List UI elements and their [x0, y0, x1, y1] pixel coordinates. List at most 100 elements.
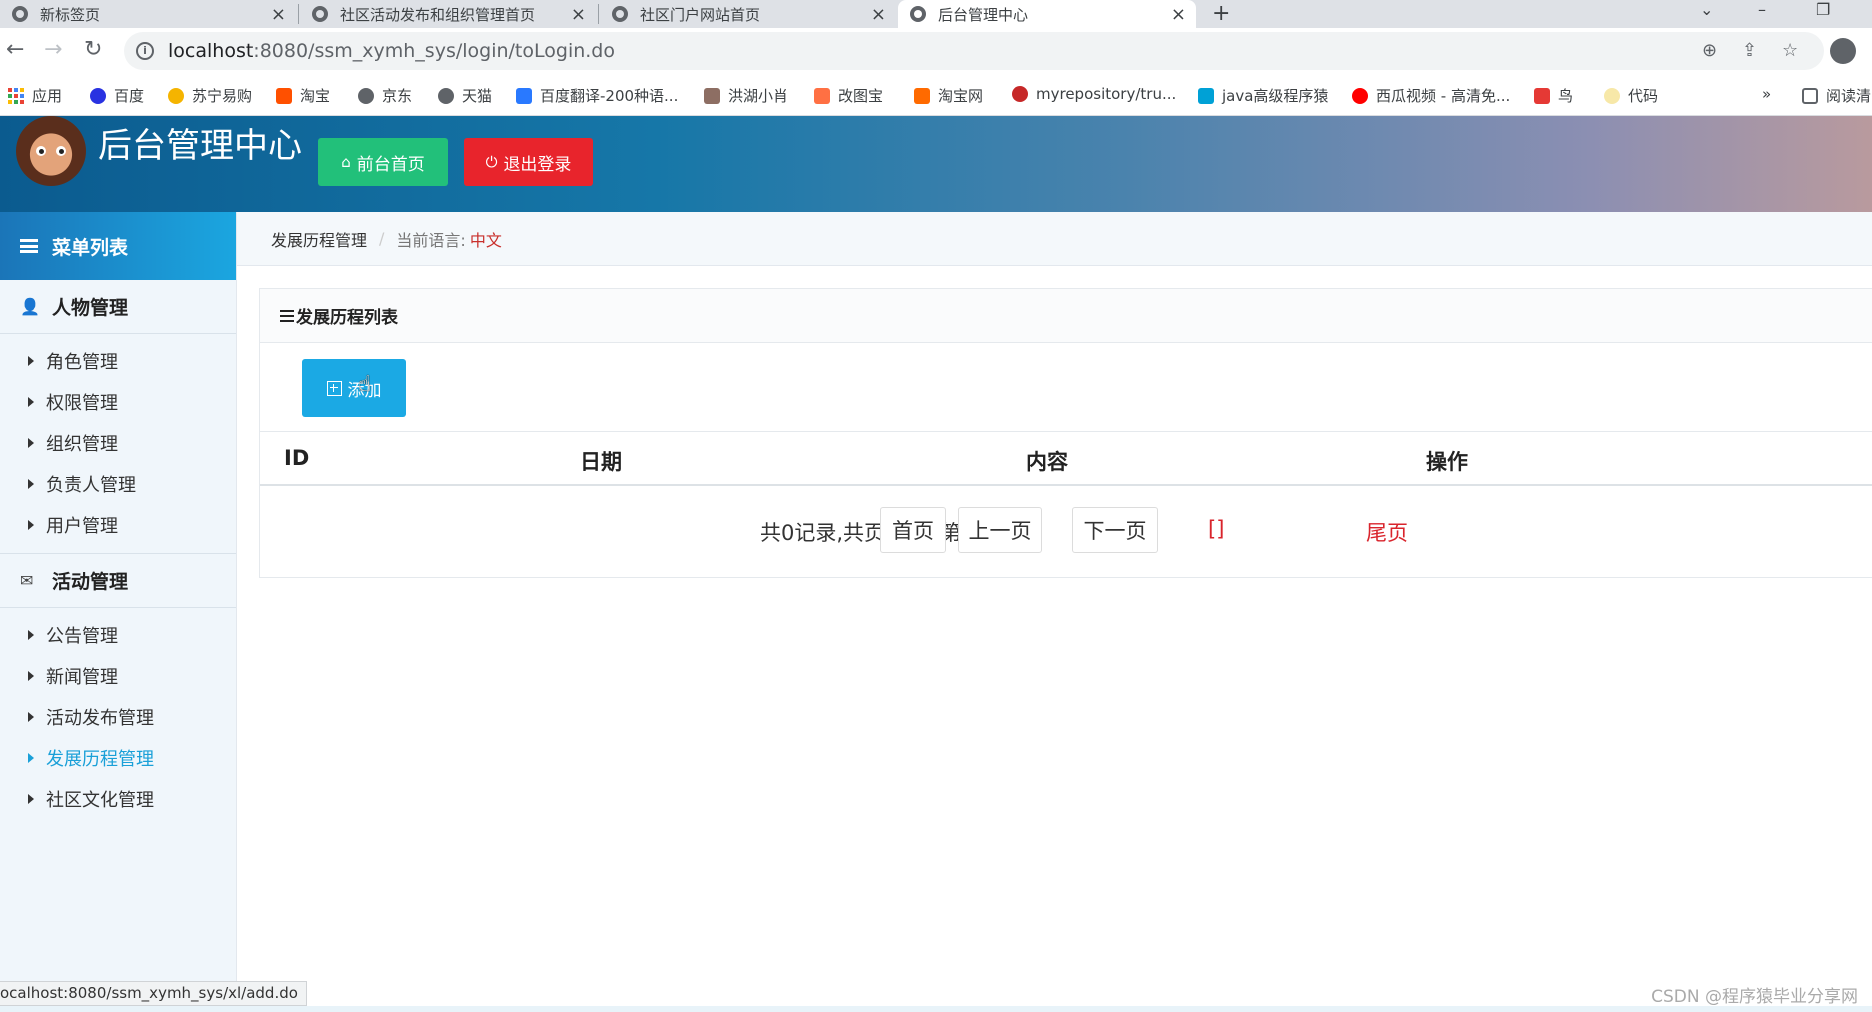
- share-icon[interactable]: ⇪: [1742, 40, 1757, 61]
- logout-button[interactable]: ⏻ 退出登录: [464, 138, 593, 186]
- sidebar-item-users[interactable]: 用户管理: [0, 504, 236, 545]
- browser-tab-active[interactable]: 后台管理中心 ×: [898, 0, 1196, 28]
- restore-icon[interactable]: ❐: [1816, 0, 1830, 20]
- sidebar-item-culture[interactable]: 社区文化管理: [0, 778, 236, 819]
- globe-icon: [910, 6, 926, 22]
- browser-tabstrip: 新标签页 × 社区活动发布和组织管理首页 × 社区门户网站首页 × 后台管理中心…: [0, 0, 1872, 28]
- baidu-icon: [90, 87, 106, 104]
- caret-right-icon: [28, 629, 34, 640]
- avatar-eye: [56, 146, 66, 156]
- browser-tab[interactable]: 社区门户网站首页 ×: [600, 0, 896, 28]
- bookmark-item[interactable]: myrepository/tru...: [1012, 85, 1176, 103]
- bird-icon: [1534, 87, 1550, 104]
- bookmark-item[interactable]: 西瓜视频 - 高清免...: [1352, 85, 1510, 106]
- bookmark-item[interactable]: 百度: [90, 85, 144, 106]
- sidebar-group-activities[interactable]: ✉ 活动管理: [0, 554, 236, 608]
- close-icon[interactable]: ×: [1171, 4, 1186, 25]
- close-icon[interactable]: ×: [871, 4, 886, 25]
- tab-title: 新标签页: [40, 5, 101, 24]
- bookmark-item[interactable]: 淘宝: [276, 85, 330, 106]
- caret-right-icon: [28, 752, 34, 763]
- browser-toolbar: ← → ↻ i localhost:8080/ssm_xymh_sys/logi…: [0, 28, 1872, 74]
- url-text[interactable]: localhost:8080/ssm_xymh_sys/login/toLogi…: [168, 40, 615, 62]
- current-page-indicator: []: [1208, 517, 1225, 541]
- browser-tab[interactable]: 新标签页 ×: [0, 0, 296, 28]
- back-icon[interactable]: ←: [6, 38, 24, 62]
- tab-title: 社区活动发布和组织管理首页: [340, 5, 536, 24]
- bookmark-apps[interactable]: 应用: [8, 85, 62, 106]
- caret-right-icon: [28, 519, 34, 530]
- bookmark-item[interactable]: java高级程序猿: [1198, 85, 1328, 106]
- close-icon[interactable]: ×: [271, 4, 286, 25]
- new-tab-button[interactable]: +: [1212, 0, 1230, 28]
- reading-list-button[interactable]: 阅读清: [1802, 85, 1871, 106]
- sidebar-item-organizations[interactable]: 组织管理: [0, 422, 236, 463]
- reload-icon[interactable]: ↻: [84, 38, 102, 62]
- panel-header: 发展历程列表: [260, 289, 1872, 343]
- bookmark-item[interactable]: 京东: [358, 85, 412, 106]
- plus-square-icon: [326, 380, 342, 396]
- reading-list-icon: [1802, 87, 1818, 104]
- history-list-panel: 发展历程列表 添加 ID 日期 内容 操作 共0记录,共页, 当前第页 首页 上…: [259, 288, 1872, 578]
- watermark: CSDN @程序猿毕业分享网: [1651, 987, 1858, 1007]
- front-home-button[interactable]: ⌂ 前台首页: [318, 138, 448, 186]
- browser-tab[interactable]: 社区活动发布和组织管理首页 ×: [300, 0, 596, 28]
- first-page-button[interactable]: 首页: [880, 507, 946, 553]
- minimize-icon[interactable]: –: [1758, 0, 1766, 20]
- close-icon[interactable]: ×: [571, 4, 586, 25]
- sidebar-group-people[interactable]: 👤 人物管理: [0, 280, 236, 334]
- sidebar-item-history[interactable]: 发展历程管理: [0, 737, 236, 778]
- status-bar-link: ocalhost:8080/ssm_xymh_sys/xl/add.do: [0, 981, 307, 1006]
- app-title: 后台管理中心: [98, 126, 302, 166]
- bookmark-item[interactable]: 百度翻译-200种语...: [516, 85, 678, 106]
- info-icon[interactable]: i: [136, 42, 154, 60]
- caret-right-icon: [28, 670, 34, 681]
- sidebar-group-activities-items: 公告管理 新闻管理 活动发布管理 发展历程管理 社区文化管理: [0, 608, 236, 827]
- add-button[interactable]: 添加: [302, 359, 406, 417]
- address-bar[interactable]: i localhost:8080/ssm_xymh_sys/login/toLo…: [124, 32, 1824, 70]
- sidebar-item-managers[interactable]: 负责人管理: [0, 463, 236, 504]
- bookmark-item[interactable]: 洪湖小肖: [704, 85, 788, 106]
- tab-search-icon[interactable]: ⌄: [1700, 0, 1713, 20]
- sidebar-item-activity-publish[interactable]: 活动发布管理: [0, 696, 236, 737]
- bookmark-item[interactable]: 改图宝: [814, 85, 883, 106]
- bottom-strip: [0, 1006, 1872, 1012]
- caret-right-icon: [28, 396, 34, 407]
- image-tool-icon: [814, 87, 830, 104]
- sidebar-item-permissions[interactable]: 权限管理: [0, 381, 236, 422]
- next-page-button[interactable]: 下一页: [1072, 507, 1158, 553]
- bookmark-item[interactable]: 鸟: [1534, 85, 1573, 106]
- bookmark-star-icon[interactable]: ☆: [1782, 40, 1798, 61]
- avatar-eye: [36, 146, 46, 156]
- last-page-link[interactable]: 尾页: [1366, 517, 1408, 547]
- column-header-actions: 操作: [1426, 450, 1468, 474]
- globe-icon: [612, 6, 628, 22]
- profile-avatar-icon[interactable]: [1830, 38, 1856, 64]
- bookmark-item[interactable]: 代码: [1604, 85, 1658, 106]
- sidebar-item-news[interactable]: 新闻管理: [0, 655, 236, 696]
- user-icon: 👤: [20, 297, 40, 316]
- bookmarks-overflow-button[interactable]: »: [1762, 85, 1771, 103]
- envelope-icon: ✉: [20, 571, 34, 590]
- breadcrumb: 发展历程管理 / 当前语言: 中文: [237, 212, 1872, 266]
- bird-icon: [704, 87, 720, 104]
- bookmark-item[interactable]: 淘宝网: [914, 85, 983, 106]
- breadcrumb-current[interactable]: 发展历程管理: [271, 227, 367, 251]
- bookmark-item[interactable]: 苏宁易购: [168, 85, 252, 106]
- menu-header: 菜单列表: [0, 212, 236, 280]
- prev-page-button[interactable]: 上一页: [958, 507, 1042, 553]
- breadcrumb-separator: /: [379, 229, 385, 248]
- sidebar-item-roles[interactable]: 角色管理: [0, 340, 236, 381]
- tab-title: 社区门户网站首页: [640, 5, 761, 24]
- bookmark-item[interactable]: 天猫: [438, 85, 492, 106]
- caret-right-icon: [28, 793, 34, 804]
- forward-icon[interactable]: →: [44, 38, 62, 62]
- caret-right-icon: [28, 355, 34, 366]
- sidebar-item-notices[interactable]: 公告管理: [0, 614, 236, 655]
- column-header-date: 日期: [580, 450, 622, 474]
- sidebar: 菜单列表 👤 人物管理 角色管理 权限管理 组织管理 负责人管理 用户管理 ✉ …: [0, 212, 237, 1012]
- tab-divider: [598, 4, 599, 24]
- zoom-icon[interactable]: ⊕: [1702, 40, 1717, 61]
- globe-icon: [438, 87, 454, 104]
- suning-icon: [168, 87, 184, 104]
